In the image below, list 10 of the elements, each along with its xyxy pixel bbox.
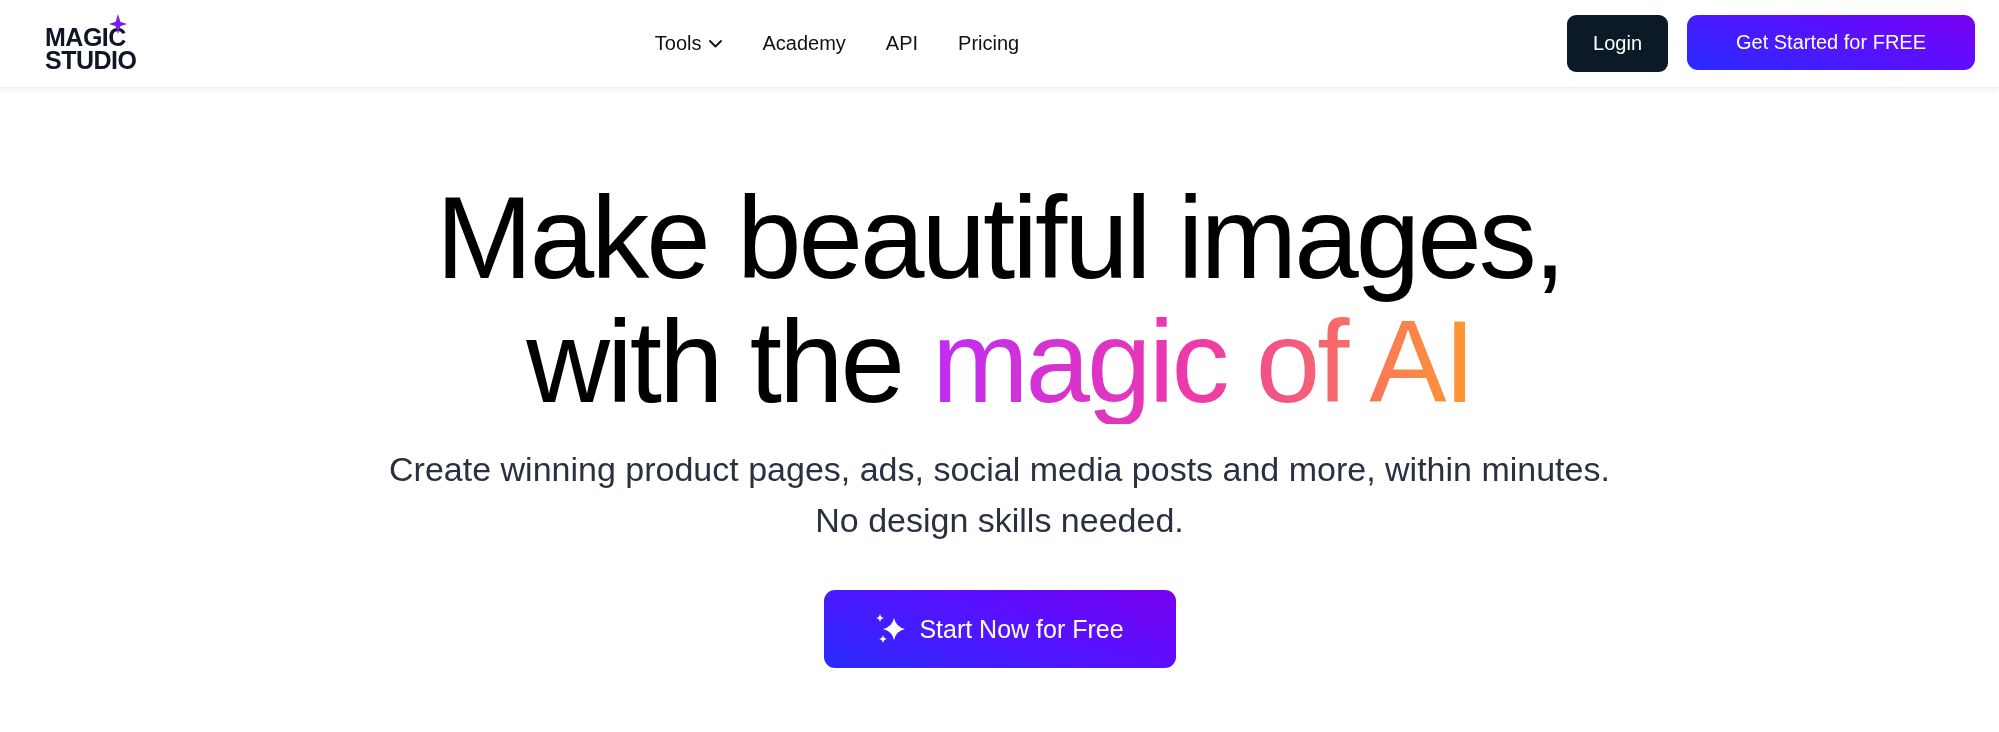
headline: Make beautiful images, with the magic of AI	[436, 176, 1563, 424]
nav-link[interactable]: Pricing	[958, 32, 1020, 55]
logo[interactable]: MAGIC STUDIO	[45, 13, 141, 74]
nav-link[interactable]: Tools	[654, 32, 723, 55]
login-button[interactable]: Login	[1567, 15, 1668, 72]
subtitle: Create winning product pages, ads, social media posts and more, within minutes. No design skills needed.	[389, 449, 1610, 541]
nav-link[interactable]: Academy	[762, 32, 846, 55]
get-started-button[interactable]: Get Started for FREE	[1687, 15, 1975, 70]
start-now-button[interactable]: Start Now for Free	[823, 590, 1176, 668]
nav-link[interactable]: API	[885, 32, 919, 55]
